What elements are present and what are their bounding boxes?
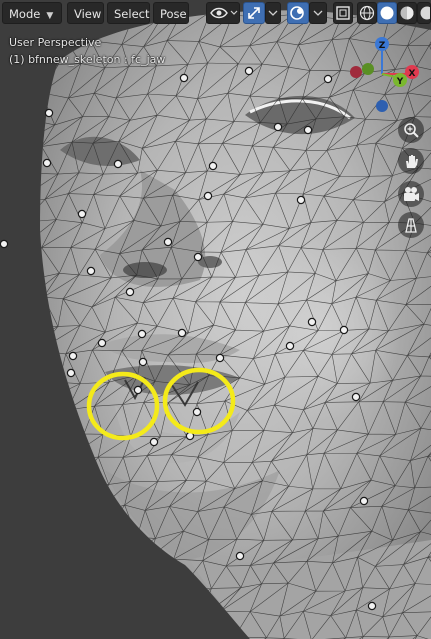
gizmo-toggle-button[interactable] [243,2,265,24]
bone-joint[interactable] [163,237,173,247]
bone-joint[interactable] [138,357,148,367]
bone-joint[interactable] [296,195,306,205]
bone-joint[interactable] [273,122,283,132]
gizmo-dropdown[interactable] [265,2,281,24]
overlay-dropdown[interactable] [309,2,327,24]
overlay-icon [290,6,304,20]
bone-joint[interactable] [193,252,203,262]
bone-joint[interactable] [235,551,245,561]
shading-material-button[interactable] [397,2,417,24]
view-name-label: User Perspective [9,36,102,49]
menu-pose-label: Pose [160,7,187,21]
solid-sphere-icon [380,6,394,20]
gizmo-icon [248,7,260,19]
chevron-down-icon [268,10,278,16]
bone-joint[interactable] [203,191,213,201]
bone-joint[interactable] [303,125,313,135]
z-axis-label: Z [379,41,386,51]
x-axis-label: X [409,69,416,79]
3d-viewport[interactable]: Mode ▼ View Select Pose User Perspective … [0,0,431,639]
pan-button[interactable] [398,148,424,174]
bone-joint[interactable] [66,368,76,378]
menu-pose[interactable]: Pose [153,2,189,24]
overlay-toggle-button[interactable] [287,2,309,24]
bone-joint[interactable] [149,437,159,447]
menu-select[interactable]: Select [107,2,150,24]
bone-joint[interactable] [137,329,147,339]
bone-joint[interactable] [244,66,254,76]
bone-joint[interactable] [215,353,225,363]
bone-joint[interactable] [0,239,9,249]
bone-joint[interactable] [307,317,317,327]
material-sphere-icon [400,6,414,20]
shading-wireframe-button[interactable] [357,2,377,24]
bone-joint[interactable] [86,266,96,276]
bone-joint[interactable] [367,601,377,611]
zoom-button[interactable] [398,117,424,143]
menu-view-label: View [74,7,102,21]
xray-icon [336,6,350,20]
mode-label: Mode [9,7,41,21]
object-info-label: (1) bfnnew_skeleton : fc_jaw [9,53,166,66]
bone-joint[interactable] [179,73,189,83]
hand-icon [406,155,418,168]
menu-select-label: Select [114,7,150,21]
neg-z-axis-handle[interactable] [376,100,388,112]
bone-joint[interactable] [68,351,78,361]
eye-icon [210,7,238,19]
bone-joint[interactable] [339,325,349,335]
bone-joint[interactable] [42,158,52,168]
grid-icon [405,218,417,233]
neg-x-axis-handle[interactable] [350,66,362,78]
zoom-icon [404,123,419,138]
menu-view[interactable]: View [67,2,104,24]
bone-joint[interactable] [125,287,135,297]
ortho-toggle-button[interactable] [398,212,424,238]
neg-y-axis-handle[interactable] [362,63,374,75]
wireframe-sphere-icon [359,5,375,21]
shading-rendered-button[interactable] [417,2,431,24]
camera-view-button[interactable] [398,181,424,207]
xray-toggle-button[interactable] [333,2,353,24]
bone-joint[interactable] [77,209,87,219]
camera-icon [404,187,419,201]
bone-joint[interactable] [113,159,123,169]
bone-joint[interactable] [351,392,361,402]
bone-joint[interactable] [285,341,295,351]
bone-joint[interactable] [192,407,202,417]
bone-joint[interactable] [44,108,54,118]
mode-dropdown[interactable]: Mode ▼ [2,2,62,24]
navigation-gizmo[interactable]: Z X Y [344,36,420,116]
chevron-down-icon: ▼ [46,11,54,21]
rendered-sphere-icon [420,6,431,20]
bone-joint[interactable] [359,496,369,506]
chevron-down-icon [313,10,323,16]
visibility-dropdown[interactable] [206,2,240,24]
bone-joint[interactable] [97,338,107,348]
bone-joint[interactable] [177,328,187,338]
bone-joint[interactable] [323,74,333,84]
shading-solid-button[interactable] [377,2,397,24]
bone-joint[interactable] [133,385,143,395]
y-axis-label: Y [396,77,404,87]
bone-joint[interactable] [208,161,218,171]
